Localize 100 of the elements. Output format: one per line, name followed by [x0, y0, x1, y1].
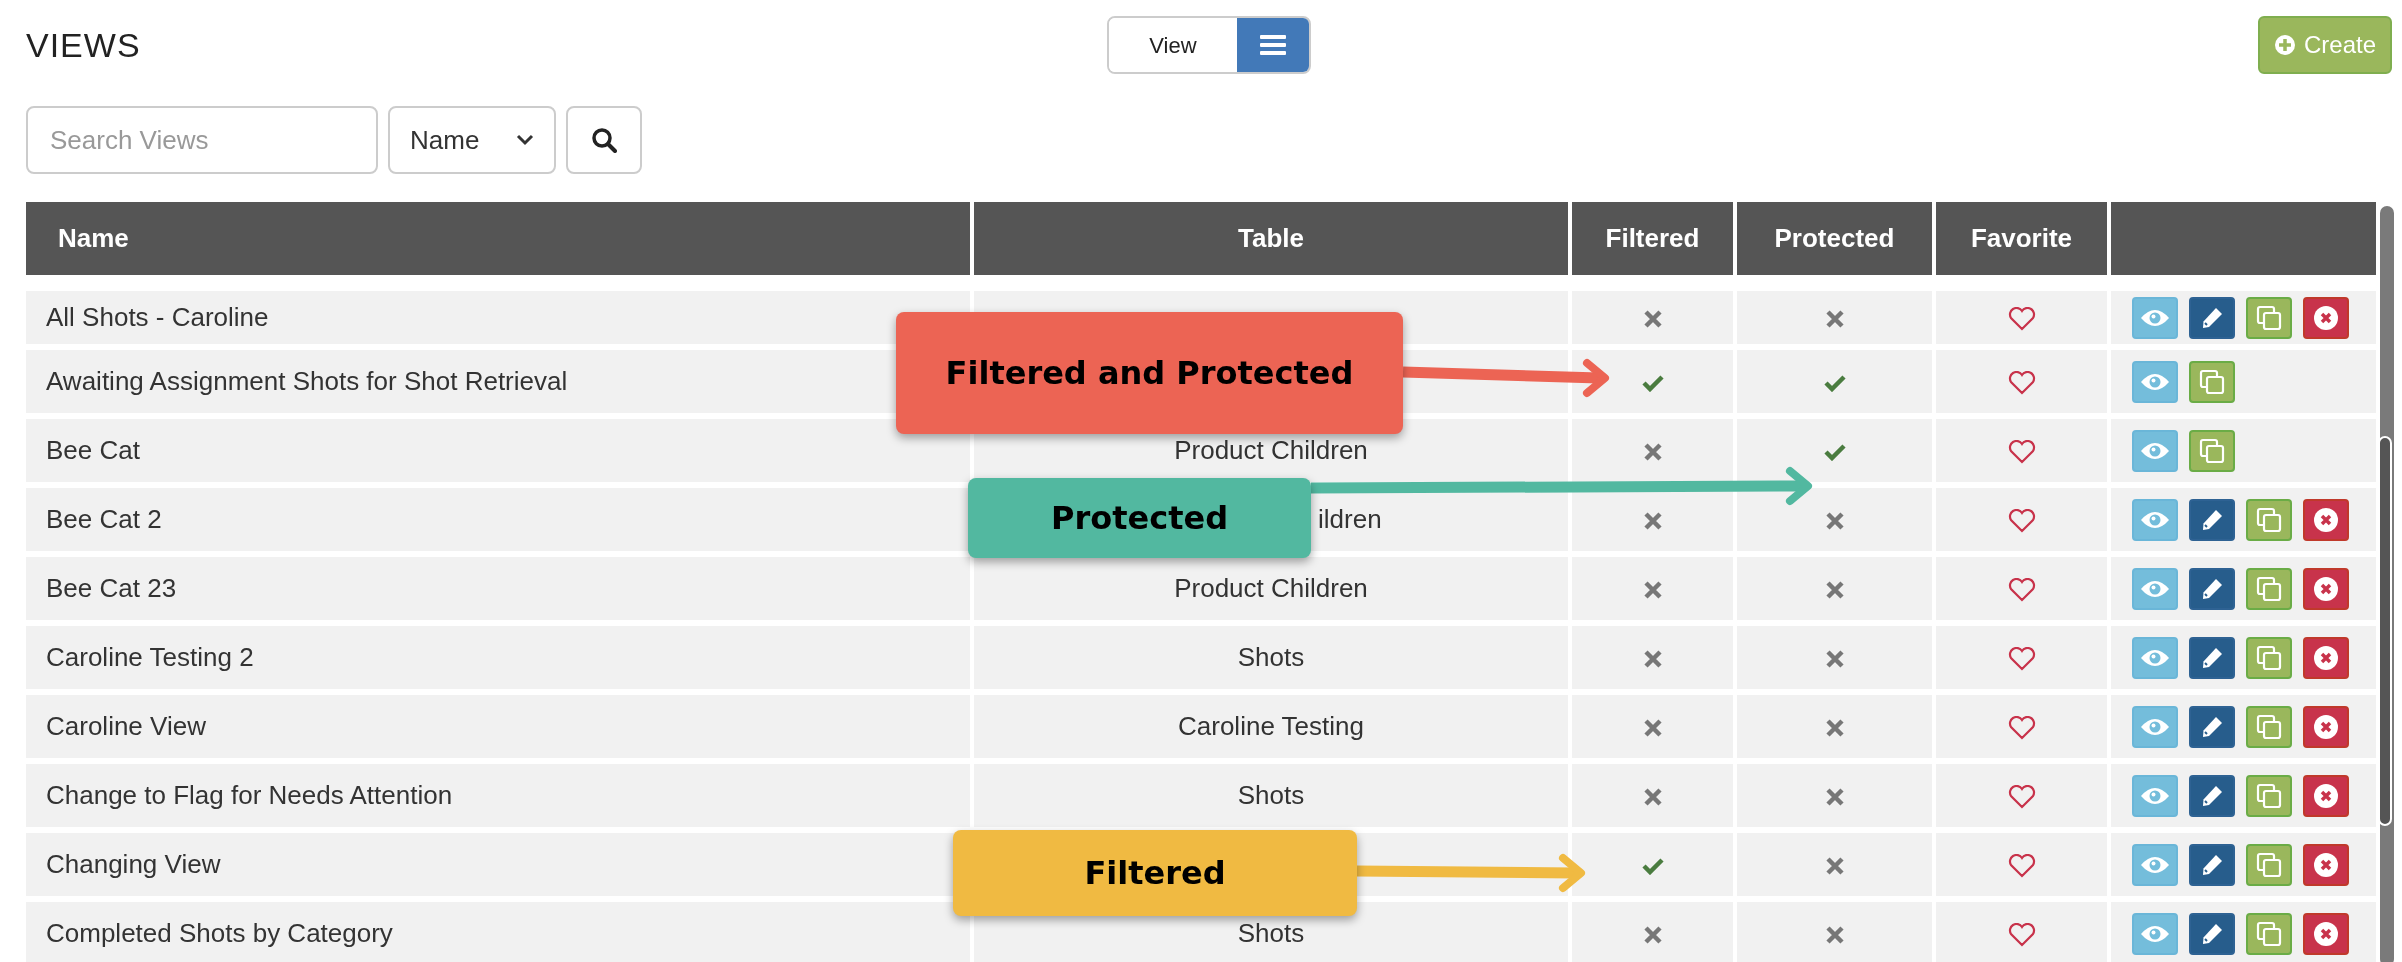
- table-cell: Shots: [974, 764, 1568, 827]
- close-icon: [2313, 782, 2339, 809]
- table-cell: Caroline View: [26, 695, 970, 758]
- pencil-icon: [2200, 783, 2224, 808]
- close-icon: [2313, 506, 2339, 533]
- copy-icon: [2255, 643, 2283, 672]
- plus-circle-icon: [2273, 34, 2296, 56]
- column-header: Table: [974, 202, 1568, 275]
- copy-icon: [2255, 712, 2283, 741]
- heart-icon[interactable]: [2007, 440, 2036, 465]
- delete-button[interactable]: [2303, 912, 2349, 955]
- page-title: VIEWS: [26, 24, 142, 66]
- heart-icon[interactable]: [2007, 509, 2036, 534]
- delete-button[interactable]: [2303, 296, 2349, 339]
- column-header: Protected: [1737, 202, 1932, 275]
- heart-icon[interactable]: [2007, 307, 2036, 332]
- close-icon: [2313, 851, 2339, 878]
- copy-button[interactable]: [2189, 360, 2235, 403]
- copy-button[interactable]: [2246, 912, 2292, 955]
- eye-icon: [2140, 578, 2170, 599]
- copy-icon: [2198, 436, 2226, 465]
- eye-icon: [2140, 854, 2170, 875]
- table-cell: Change to Flag for Needs Attention: [26, 764, 970, 827]
- table-cell: Bee Cat 2: [26, 488, 970, 551]
- copy-button[interactable]: [2246, 296, 2292, 339]
- edit-button[interactable]: [2189, 498, 2235, 541]
- delete-button[interactable]: [2303, 567, 2349, 610]
- copy-button[interactable]: [2246, 567, 2292, 610]
- eye-icon: [2140, 923, 2170, 944]
- copy-icon: [2255, 919, 2283, 948]
- pencil-icon: [2200, 507, 2224, 532]
- pencil-icon: [2200, 852, 2224, 877]
- eye-icon: [2140, 440, 2170, 461]
- table-cell: Caroline Testing 2: [26, 626, 970, 689]
- close-icon: [2313, 920, 2339, 947]
- table-cell: Caroline Testing: [974, 695, 1568, 758]
- eye-icon: [2140, 371, 2170, 392]
- close-icon: [2313, 713, 2339, 740]
- heart-icon[interactable]: [2007, 854, 2036, 879]
- close-icon: [2313, 575, 2339, 602]
- edit-button[interactable]: [2189, 296, 2235, 339]
- copy-button[interactable]: [2246, 498, 2292, 541]
- edit-button[interactable]: [2189, 912, 2235, 955]
- callout-label: Filtered: [953, 830, 1357, 916]
- callout-label: Protected: [968, 478, 1311, 558]
- copy-icon: [2255, 781, 2283, 810]
- chevron-down-icon: [516, 134, 534, 146]
- edit-button[interactable]: [2189, 705, 2235, 748]
- heart-icon[interactable]: [2007, 716, 2036, 741]
- table-cell: Bee Cat: [26, 419, 970, 482]
- copy-button[interactable]: [2246, 774, 2292, 817]
- delete-button[interactable]: [2303, 636, 2349, 679]
- heart-icon[interactable]: [2007, 647, 2036, 672]
- close-icon: [2313, 644, 2339, 671]
- table-cell: Bee Cat 23: [26, 557, 970, 620]
- copy-icon: [2255, 850, 2283, 879]
- delete-button[interactable]: [2303, 705, 2349, 748]
- scrollbar-thumb[interactable]: [2378, 436, 2392, 826]
- view-toggle[interactable]: View: [1107, 16, 1311, 74]
- table-cell: Completed Shots by Category: [26, 902, 970, 962]
- heart-icon[interactable]: [2007, 371, 2036, 396]
- pencil-icon: [2200, 921, 2224, 946]
- callout-label: Filtered and Protected: [896, 312, 1403, 434]
- heart-icon[interactable]: [2007, 923, 2036, 948]
- copy-button[interactable]: [2246, 705, 2292, 748]
- copy-icon: [2255, 574, 2283, 603]
- pencil-icon: [2200, 645, 2224, 670]
- menu-icon: [1258, 33, 1287, 57]
- delete-button[interactable]: [2303, 498, 2349, 541]
- table-cell: Shots: [974, 626, 1568, 689]
- pencil-icon: [2200, 576, 2224, 601]
- delete-button[interactable]: [2303, 774, 2349, 817]
- edit-button[interactable]: [2189, 774, 2235, 817]
- copy-button[interactable]: [2246, 843, 2292, 886]
- column-header: Favorite: [1936, 202, 2107, 275]
- search-button[interactable]: [566, 106, 642, 174]
- eye-icon: [2140, 509, 2170, 530]
- copy-icon: [2198, 367, 2226, 396]
- pencil-icon: [2200, 305, 2224, 330]
- eye-icon: [2140, 307, 2170, 328]
- copy-button[interactable]: [2189, 429, 2235, 472]
- copy-button[interactable]: [2246, 636, 2292, 679]
- edit-button[interactable]: [2189, 843, 2235, 886]
- pencil-icon: [2200, 714, 2224, 739]
- delete-button[interactable]: [2303, 843, 2349, 886]
- eye-icon: [2140, 785, 2170, 806]
- edit-button[interactable]: [2189, 567, 2235, 610]
- heart-icon[interactable]: [2007, 578, 2036, 603]
- search-field[interactable]: Search Views: [26, 106, 378, 174]
- search-icon: [591, 127, 617, 153]
- heart-icon[interactable]: [2007, 785, 2036, 810]
- copy-icon: [2255, 505, 2283, 534]
- edit-button[interactable]: [2189, 636, 2235, 679]
- table-cell: Product Children: [974, 557, 1568, 620]
- eye-icon: [2140, 716, 2170, 737]
- sort-select[interactable]: Name: [388, 106, 556, 174]
- copy-icon: [2255, 303, 2283, 332]
- column-header: Filtered: [1572, 202, 1733, 275]
- column-header: Name: [26, 202, 970, 275]
- close-icon: [2313, 304, 2339, 331]
